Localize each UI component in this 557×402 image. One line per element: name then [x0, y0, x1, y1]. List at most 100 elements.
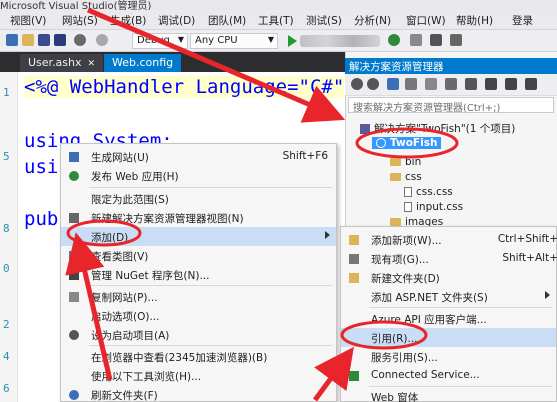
line-number: 4	[3, 350, 10, 363]
menu-item-browse-with[interactable]: 使用以下工具浏览(H)...	[61, 366, 336, 385]
menu-login[interactable]: 登录	[512, 13, 533, 28]
configuration-dropdown[interactable]: Debug ▼	[132, 33, 188, 49]
save-icon[interactable]	[38, 34, 50, 46]
browser-refresh-icon[interactable]	[388, 34, 400, 46]
line-number: 8	[3, 222, 10, 235]
menu-item-build-website[interactable]: 生成网站(U) Shift+F6	[61, 147, 336, 166]
menu-item-label: 刷新文件夹(F)	[91, 390, 158, 402]
menu-help[interactable]: 帮助(H)	[456, 13, 493, 28]
menu-bar: 视图(V) 网站(S) 生成(B) 调试(D) 团队(M) 工具(T) 测试(S…	[0, 10, 557, 30]
collapse-all-icon[interactable]	[465, 78, 477, 90]
menu-item-shortcut: Shift+F6	[282, 150, 328, 162]
redo-icon[interactable]	[96, 34, 108, 46]
submenu-item-connected-service[interactable]: Connected Service...	[341, 366, 556, 385]
menu-website[interactable]: 网站(S)	[62, 13, 98, 28]
solution-explorer-search[interactable]: 搜索解决方案资源管理器(Ctrl+;)	[348, 97, 554, 114]
folder-icon	[390, 158, 401, 166]
submenu-item-add-new[interactable]: 添加新项(W)... Ctrl+Shift+	[341, 230, 557, 249]
new-view-icon	[69, 213, 79, 223]
menu-item-shortcut: Shift+Alt+	[502, 252, 557, 264]
file-icon	[404, 202, 412, 212]
start-debug-icon[interactable]	[288, 35, 297, 47]
tree-item-label: bin	[405, 156, 422, 168]
menu-item-class-diagram[interactable]: 查看类图(V)	[61, 246, 336, 265]
close-icon[interactable]: ✕	[88, 59, 96, 69]
menu-item-scope[interactable]: 限定为此范围(S)	[61, 189, 336, 208]
line-number: 0	[3, 262, 10, 275]
menu-analyze[interactable]: 分析(N)	[354, 13, 391, 28]
copy-site-icon	[69, 292, 79, 302]
platform-dropdown[interactable]: Any CPU ▼	[190, 33, 278, 49]
menu-item-nuget[interactable]: 管理 NuGet 程序包(N)...	[61, 265, 336, 284]
menu-item-label: 查看类图(V)	[91, 251, 149, 263]
menu-item-label: Web 窗体	[371, 392, 419, 402]
tree-solution[interactable]: 解决方案"TwoFish"(1 个项目)	[360, 121, 515, 136]
tab-web-config[interactable]: Web.config	[104, 54, 182, 72]
new-folder-icon	[349, 273, 359, 283]
menu-item-startup-options[interactable]: 启动选项(O)...	[61, 306, 336, 325]
menu-tools[interactable]: 工具(T)	[258, 13, 294, 28]
tree-item-label: input.css	[416, 201, 464, 213]
menu-item-label: 添加新项(W)...	[371, 235, 442, 247]
menu-test[interactable]: 测试(S)	[306, 13, 342, 28]
menu-item-new-view[interactable]: 新建解决方案资源管理器视图(N)	[61, 208, 336, 227]
show-all-files-icon[interactable]	[485, 78, 497, 90]
menu-item-copy-website[interactable]: 复制网站(P)...	[61, 287, 336, 306]
history-icon[interactable]	[405, 78, 417, 90]
tree-item-file[interactable]: css.css	[404, 186, 453, 198]
open-folder-icon[interactable]	[22, 34, 34, 46]
menu-item-label: 引用(R)...	[371, 333, 418, 345]
wrench-icon[interactable]	[525, 78, 537, 90]
comment-icon[interactable]	[450, 34, 462, 46]
back-icon[interactable]	[351, 78, 363, 90]
submenu-item-azure-api[interactable]: Azure API 应用客户端...	[341, 309, 556, 328]
class-diagram-icon	[69, 251, 79, 261]
home-icon[interactable]	[387, 78, 399, 90]
solution-icon	[360, 124, 370, 134]
tree-item-file[interactable]: input.css	[404, 201, 463, 213]
submenu-item-existing[interactable]: 现有项(G)... Shift+Alt+	[341, 249, 557, 268]
submenu-item-reference[interactable]: 引用(R)...	[341, 328, 556, 347]
submenu-item-new-folder[interactable]: 新建文件夹(D)	[341, 268, 556, 287]
menu-item-publish[interactable]: 发布 Web 应用(H)	[61, 166, 336, 185]
sync-icon[interactable]	[425, 78, 437, 90]
forward-icon[interactable]	[367, 78, 379, 90]
publish-icon	[69, 171, 79, 181]
code-line-1: <%@ WebHandler Language="C#"	[24, 76, 345, 98]
connected-service-icon	[349, 371, 359, 381]
folder-icon	[390, 173, 401, 181]
start-target-blurred[interactable]	[300, 35, 380, 47]
menu-team[interactable]: 团队(M)	[208, 13, 246, 28]
menu-item-label: 管理 NuGet 程序包(N)...	[91, 270, 210, 282]
menu-item-add[interactable]: 添加(D)	[61, 227, 336, 246]
menu-item-label: 在浏览器中查看(2345加速浏览器)(B)	[91, 352, 268, 364]
submenu-item-web-form[interactable]: Web 窗体	[341, 387, 556, 402]
submenu-item-service-reference[interactable]: 服务引用(S)...	[341, 347, 556, 366]
menu-item-refresh-folder[interactable]: 刷新文件夹(F)	[61, 385, 336, 402]
window-title-bar: Microsoft Visual Studio(管理员)	[0, 0, 557, 12]
menu-separator	[89, 187, 332, 188]
save-all-icon[interactable]	[54, 34, 66, 46]
submenu-item-aspnet-folder[interactable]: 添加 ASP.NET 文件夹(S)	[341, 287, 556, 306]
menu-item-label: 限定为此范围(S)	[91, 194, 169, 206]
refresh-icon[interactable]	[445, 78, 457, 90]
bookmark-icon[interactable]	[430, 34, 442, 46]
menu-build[interactable]: 生成(B)	[110, 13, 146, 28]
undo-icon[interactable]	[74, 34, 86, 46]
menu-item-label: Connected Service...	[371, 369, 480, 381]
menu-item-set-startup[interactable]: 设为启动项目(A)	[61, 325, 336, 344]
menu-window[interactable]: 窗口(W)	[406, 13, 446, 28]
toolbar-extra-icon[interactable]	[410, 34, 422, 46]
menu-debug[interactable]: 调试(D)	[158, 13, 195, 28]
build-icon	[69, 152, 79, 162]
menu-item-view-in-browser[interactable]: 在浏览器中查看(2345加速浏览器)(B)	[61, 347, 336, 366]
tree-item-folder[interactable]: bin	[390, 156, 421, 168]
menu-item-label: 使用以下工具浏览(H)...	[91, 371, 202, 383]
tree-item-folder[interactable]: css	[390, 171, 422, 183]
tab-user-ashx[interactable]: User.ashx ✕	[20, 54, 104, 72]
tree-project-selected[interactable]: TwoFish	[372, 137, 442, 149]
new-project-icon[interactable]	[6, 34, 18, 46]
menu-view[interactable]: 视图(V)	[10, 13, 46, 28]
properties-icon[interactable]	[505, 78, 517, 90]
main-toolbar: Debug ▼ Any CPU ▼	[0, 30, 557, 52]
